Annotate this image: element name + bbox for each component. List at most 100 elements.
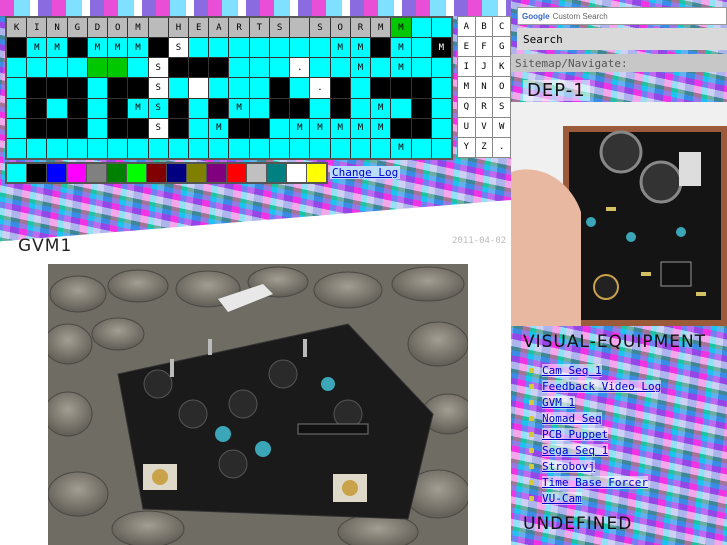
grid-cell[interactable]: M — [209, 118, 229, 138]
grid-cell[interactable] — [189, 98, 209, 118]
grid-cell[interactable]: H — [168, 18, 189, 38]
grid-cell[interactable]: M — [290, 118, 310, 138]
grid-cell[interactable] — [350, 138, 371, 158]
post-title[interactable]: GVM1 — [18, 236, 72, 256]
grid-cell[interactable] — [229, 118, 249, 138]
grid-cell[interactable] — [371, 138, 391, 158]
grid-cell[interactable] — [67, 78, 87, 98]
grid-cell[interactable] — [249, 118, 269, 138]
grid-cell[interactable] — [431, 138, 451, 158]
grid-cell[interactable]: S — [310, 18, 330, 38]
grid-cell[interactable] — [67, 98, 87, 118]
grid-cell[interactable]: M — [371, 98, 391, 118]
palette-swatch[interactable] — [107, 164, 126, 182]
letter-key[interactable]: M — [458, 77, 475, 97]
grid-cell[interactable] — [371, 58, 391, 78]
grid-cell[interactable] — [209, 78, 229, 98]
visual-equipment-link[interactable]: Sega Seq 1 — [542, 443, 609, 457]
grid-cell[interactable]: K — [7, 18, 27, 38]
grid-cell[interactable] — [47, 138, 67, 158]
grid-cell[interactable] — [290, 138, 310, 158]
grid-cell[interactable] — [249, 78, 269, 98]
letter-key[interactable]: I — [458, 57, 475, 77]
grid-cell[interactable] — [168, 138, 189, 158]
grid-cell[interactable] — [168, 118, 189, 138]
palette-swatch[interactable] — [287, 164, 306, 182]
grid-cell[interactable]: M — [47, 38, 67, 58]
grid-cell[interactable] — [108, 78, 128, 98]
palette-swatch[interactable] — [27, 164, 46, 182]
letter-key[interactable]: S — [493, 97, 510, 117]
grid-cell[interactable]: M — [350, 38, 371, 58]
grid-cell[interactable]: O — [330, 18, 350, 38]
grid-cell[interactable] — [411, 78, 431, 98]
grid-cell[interactable] — [391, 98, 411, 118]
palette-swatch[interactable] — [247, 164, 266, 182]
grid-cell[interactable]: R — [350, 18, 371, 38]
palette-swatch[interactable] — [47, 164, 66, 182]
grid-cell[interactable] — [431, 98, 451, 118]
visual-equipment-link[interactable]: Strobovj — [542, 459, 595, 473]
visual-equipment-link[interactable]: Feedback Video Log — [542, 379, 662, 393]
letter-key[interactable]: . — [493, 137, 510, 157]
grid-cell[interactable] — [209, 38, 229, 58]
palette-swatch[interactable] — [267, 164, 286, 182]
palette-swatch[interactable] — [147, 164, 166, 182]
grid-cell[interactable] — [67, 118, 87, 138]
grid-cell[interactable] — [128, 78, 148, 98]
grid-cell[interactable]: M — [391, 138, 411, 158]
palette-swatch[interactable] — [167, 164, 186, 182]
grid-cell[interactable] — [391, 78, 411, 98]
grid-cell[interactable] — [431, 78, 451, 98]
grid-cell[interactable] — [27, 58, 47, 78]
grid-cell[interactable] — [108, 98, 128, 118]
letter-key[interactable]: Y — [458, 137, 475, 157]
grid-cell[interactable] — [330, 78, 350, 98]
grid-cell[interactable] — [87, 138, 108, 158]
grid-cell[interactable]: M — [27, 38, 47, 58]
grid-cell[interactable] — [310, 98, 330, 118]
letter-key[interactable]: R — [475, 97, 493, 117]
grid-cell[interactable] — [209, 98, 229, 118]
grid-cell[interactable]: M — [371, 18, 391, 38]
grid-cell[interactable] — [431, 18, 451, 38]
grid-cell[interactable] — [47, 98, 67, 118]
grid-cell[interactable] — [189, 58, 209, 78]
grid-cell[interactable]: M — [108, 38, 128, 58]
grid-cell[interactable] — [330, 98, 350, 118]
grid-cell[interactable] — [411, 98, 431, 118]
grid-cell[interactable] — [391, 118, 411, 138]
visual-equipment-link[interactable]: Cam Seq 1 — [542, 363, 602, 377]
grid-cell[interactable] — [290, 18, 310, 38]
letter-key[interactable]: W — [493, 117, 510, 137]
grid-cell[interactable] — [249, 58, 269, 78]
grid-cell[interactable] — [27, 98, 47, 118]
grid-cell[interactable] — [67, 138, 87, 158]
grid-cell[interactable] — [27, 118, 47, 138]
grid-cell[interactable] — [168, 58, 189, 78]
grid-cell[interactable] — [108, 118, 128, 138]
grid-cell[interactable] — [189, 78, 209, 98]
grid-cell[interactable] — [350, 98, 371, 118]
grid-cell[interactable]: M — [330, 38, 350, 58]
grid-cell[interactable]: M — [391, 38, 411, 58]
letter-key[interactable]: J — [475, 57, 493, 77]
grid-cell[interactable] — [87, 78, 108, 98]
grid-cell[interactable] — [148, 38, 168, 58]
grid-cell[interactable] — [168, 98, 189, 118]
grid-cell[interactable]: M — [431, 38, 451, 58]
grid-cell[interactable] — [269, 58, 290, 78]
letter-key[interactable]: A — [458, 17, 475, 37]
post-photo[interactable] — [48, 264, 468, 545]
letter-key[interactable]: Q — [458, 97, 475, 117]
grid-cell[interactable] — [189, 118, 209, 138]
grid-cell[interactable] — [108, 58, 128, 78]
grid-cell[interactable]: M — [229, 98, 249, 118]
change-log-link[interactable]: Change Log — [330, 166, 401, 179]
letter-key[interactable]: F — [475, 37, 493, 57]
grid-cell[interactable]: . — [290, 58, 310, 78]
grid-cell[interactable]: E — [189, 18, 209, 38]
sitemap-navigate-select[interactable]: Sitemap/Navigate: — [511, 54, 727, 72]
grid-cell[interactable] — [189, 38, 209, 58]
letter-key[interactable]: V — [475, 117, 493, 137]
